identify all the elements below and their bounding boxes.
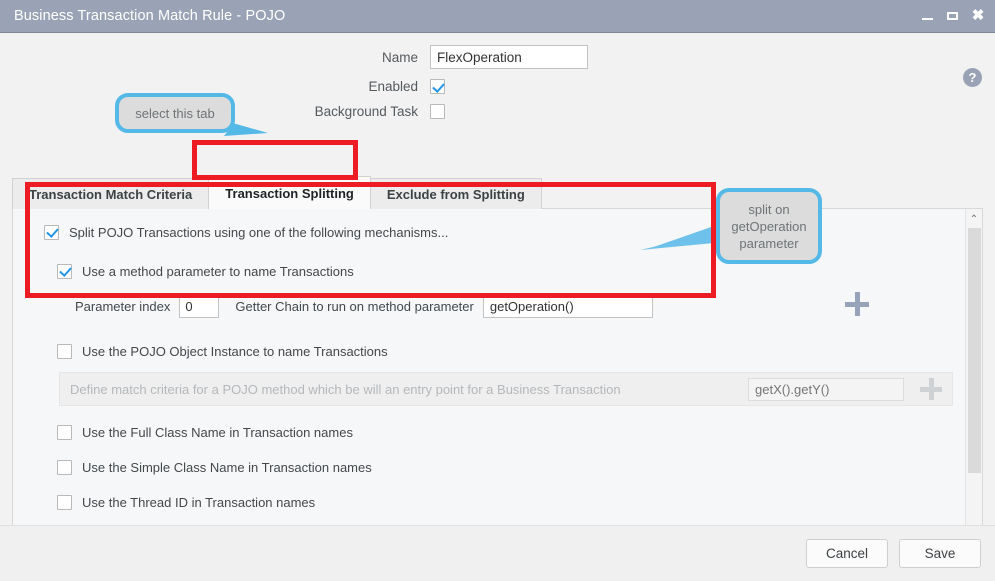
callout-select-this-tab-text: select this tab <box>135 105 215 121</box>
callout-split-line3: parameter <box>739 235 799 251</box>
callout-arrows <box>222 120 714 250</box>
add-mechanism-icon[interactable] <box>845 292 869 316</box>
callout-select-this-tab: select this tab <box>115 93 235 133</box>
tab-exclude-from-splitting[interactable]: Exclude from Splitting <box>369 178 542 209</box>
tab-transaction-splitting[interactable]: Transaction Splitting <box>208 176 371 209</box>
callout-split-on-parameter: split on getOperation parameter <box>716 188 822 264</box>
callout-split-line2: getOperation <box>731 218 807 234</box>
tab-transaction-match-criteria[interactable]: Transaction Match Criteria <box>12 178 210 209</box>
tab-bar: Transaction Match Criteria Transaction S… <box>12 176 542 209</box>
callout-split-line1: split on <box>748 201 790 217</box>
